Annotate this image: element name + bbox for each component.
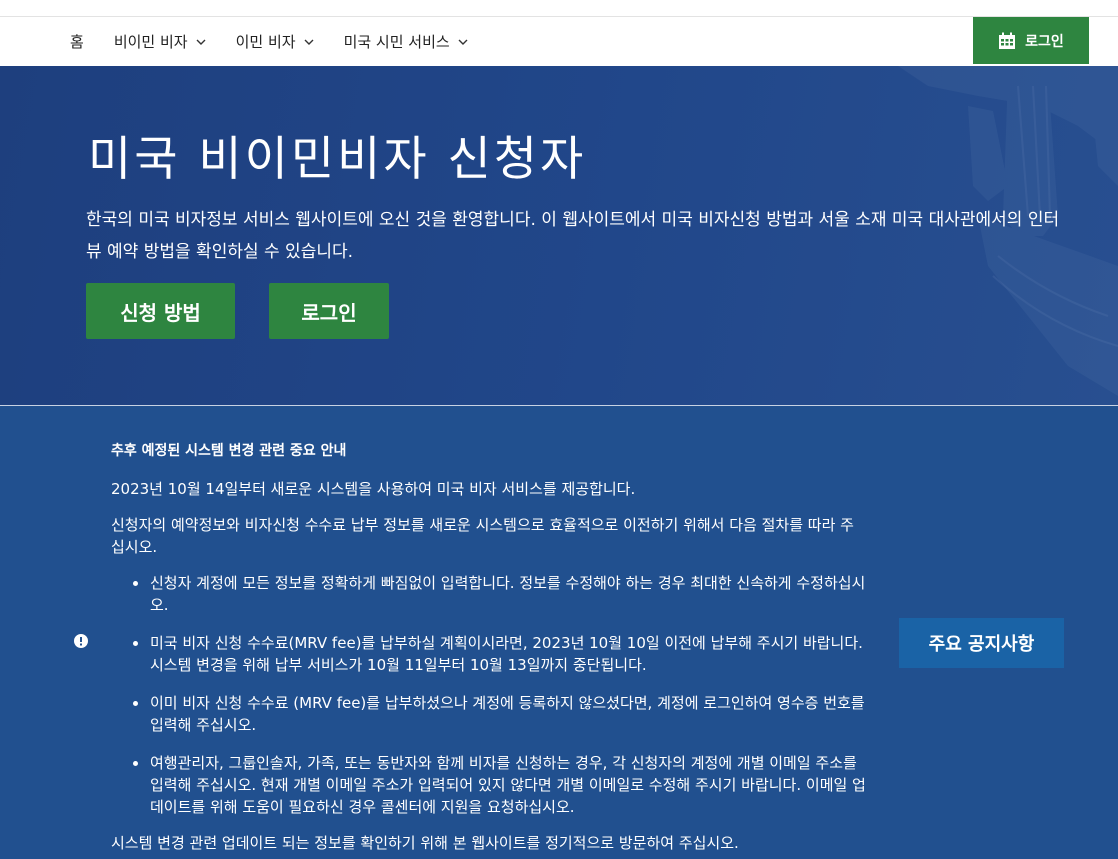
how-to-apply-button[interactable]: 신청 방법 — [86, 283, 235, 339]
nav-items: 홈 비이민 비자 이민 비자 미국 시민 서비스 — [70, 17, 498, 66]
nav-item-immigrant-visa[interactable]: 이민 비자 — [236, 31, 314, 52]
nav-item-label: 홈 — [70, 33, 84, 51]
notice-paragraph: 시스템 변경 관련 업데이트 되는 정보를 확인하기 위해 본 웹사이트를 정기… — [111, 834, 739, 852]
notice-paragraph: 2023년 10월 14일부터 새로운 시스템을 사용하여 미국 비자 서비스를… — [111, 480, 636, 498]
nav-item-home[interactable]: 홈 — [70, 31, 84, 52]
notice-bullet: 여행관리자, 그룹인솔자, 가족, 또는 동반자와 함께 비자를 신청하는 경우… — [133, 752, 866, 818]
nav-item-nonimmigrant-visa[interactable]: 비이민 비자 — [114, 31, 206, 52]
notice-bullet: 미국 비자 신청 수수료(MRV fee)를 납부하실 계획이시라면, 2023… — [133, 632, 866, 676]
main-nav: 홈 비이민 비자 이민 비자 미국 시민 서비스 로그인 — [0, 17, 1118, 66]
notice-bullet: 신청자 계정에 모든 정보를 정확하게 빠짐없이 입력합니다. 정보를 수정해야… — [133, 572, 866, 616]
chevron-down-icon — [458, 39, 468, 45]
chevron-down-icon — [196, 39, 206, 45]
notice-paragraph: 신청자의 예약정보와 비자신청 수수료 납부 정보를 새로운 시스템으로 효율적… — [111, 516, 854, 556]
notice-heading: 추후 예정된 시스템 변경 관련 중요 안내 — [111, 443, 347, 459]
notice-bullet-list: 신청자 계정에 모든 정보를 정확하게 빠짐없이 입력합니다. 정보를 수정해야… — [133, 572, 866, 818]
nav-item-label: 미국 시민 서비스 — [343, 33, 450, 51]
notice-body: 추후 예정된 시스템 변경 관련 중요 안내 2023년 10월 14일부터 새… — [111, 441, 866, 859]
nav-item-label: 비이민 비자 — [113, 33, 188, 51]
notice-section: 추후 예정된 시스템 변경 관련 중요 안내 2023년 10월 14일부터 새… — [0, 406, 1118, 859]
hero-description: 한국의 미국 비자정보 서비스 웹사이트에 오신 것을 환영합니다. 이 웹사이… — [86, 210, 1060, 262]
nav-item-label: 이민 비자 — [235, 33, 296, 51]
key-announcements-button[interactable]: 주요 공지사항 — [899, 618, 1064, 668]
alert-icon — [74, 634, 88, 648]
nav-login-button[interactable]: 로그인 — [973, 17, 1089, 64]
chevron-down-icon — [304, 39, 314, 45]
hero-login-button[interactable]: 로그인 — [269, 283, 389, 339]
nav-login-label: 로그인 — [1025, 33, 1064, 50]
page-title: 미국 비이민비자 신청자 — [88, 132, 587, 187]
top-strip — [0, 0, 1118, 17]
nav-item-citizen-services[interactable]: 미국 시민 서비스 — [344, 31, 468, 52]
calendar-icon — [999, 32, 1016, 49]
notice-bullet: 이미 비자 신청 수수료 (MRV fee)를 납부하셨으나 계정에 등록하지 … — [133, 692, 866, 736]
hero-banner: 미국 비이민비자 신청자 한국의 미국 비자정보 서비스 웹사이트에 오신 것을… — [0, 66, 1118, 406]
